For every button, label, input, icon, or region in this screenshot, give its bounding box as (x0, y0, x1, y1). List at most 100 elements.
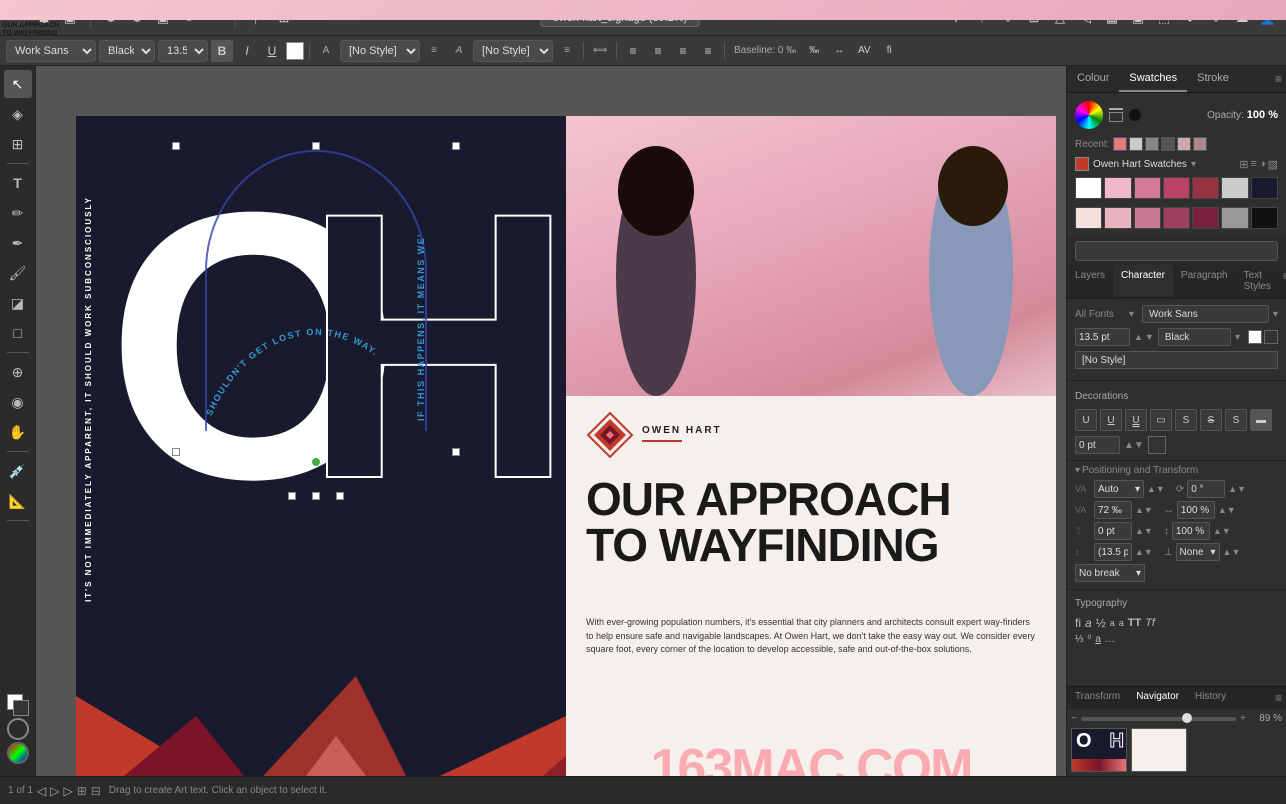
zoom-tool[interactable]: ⊕ (4, 358, 32, 386)
swatch-blush[interactable] (1104, 207, 1131, 229)
va-select[interactable]: Auto▾ (1094, 480, 1144, 498)
handle-tl[interactable] (172, 142, 180, 150)
color-wheel[interactable] (1075, 101, 1103, 129)
handle-bl[interactable] (288, 492, 296, 500)
measure-tool[interactable]: 📐 (4, 487, 32, 515)
select-tool[interactable]: ↖ (4, 70, 32, 98)
swatch-pink[interactable] (1134, 177, 1161, 199)
no-style-value[interactable]: [No Style] (1075, 351, 1278, 369)
scale-x-input[interactable] (1177, 501, 1215, 519)
swatch-dark-burgundy[interactable] (1192, 207, 1219, 229)
spread-icon[interactable]: ⊟ (91, 784, 101, 798)
recent-swatch-1[interactable] (1113, 137, 1127, 151)
panel-menu-icon[interactable]: ≡ (1271, 68, 1286, 90)
handle-bm[interactable] (312, 492, 320, 500)
kerning-icon[interactable]: ↔ (828, 40, 850, 62)
color-from-icon[interactable] (1109, 108, 1123, 110)
zoom-plus[interactable]: + (1240, 713, 1246, 724)
swatches-tab[interactable]: Swatches (1119, 66, 1187, 92)
nav-slider-thumb[interactable] (1182, 713, 1192, 723)
swatch-burgundy[interactable] (1163, 207, 1190, 229)
fill-color-indicator[interactable] (7, 694, 29, 716)
font-family-arrow[interactable]: ▾ (1273, 309, 1278, 320)
recent-swatch-2[interactable] (1129, 137, 1143, 151)
list-view-icon[interactable]: ≡ (1251, 158, 1257, 171)
swatch-pink-light[interactable] (1104, 177, 1131, 199)
font-icon[interactable]: A (315, 40, 337, 62)
library-dropdown-icon[interactable]: ▾ (1191, 159, 1196, 170)
align-center-btn[interactable]: ≡ (647, 40, 669, 62)
font-size-input[interactable] (1075, 328, 1130, 346)
swatch-rose-light[interactable] (1075, 207, 1102, 229)
para-style-select[interactable]: [No Style] (340, 40, 420, 62)
handle-ml[interactable] (172, 448, 180, 456)
no-color-indicator[interactable] (7, 718, 29, 740)
typo-underline2[interactable]: a (1095, 634, 1101, 645)
opentype-icon[interactable]: fi (878, 40, 900, 62)
font-color-box[interactable] (286, 42, 304, 60)
leading-input[interactable] (1094, 543, 1132, 561)
colour-tab[interactable]: Colour (1067, 66, 1119, 92)
recent-swatch-4[interactable] (1161, 137, 1175, 151)
shape-tool[interactable]: □ (4, 319, 32, 347)
bold-button[interactable]: B (211, 40, 233, 62)
canvas-area[interactable]: IT'S NOT IMMEDIATELY APPARENT, IT SHOULD… (36, 66, 1066, 776)
eyedropper-tool[interactable]: 💉 (4, 457, 32, 485)
history-tab[interactable]: History (1187, 687, 1234, 709)
text-styles-tab[interactable]: Text Styles (1236, 265, 1279, 297)
swatch-rose[interactable] (1163, 177, 1190, 199)
nav-thumb-right[interactable]: OUR APPROACHTO WAYFINDING (1131, 728, 1187, 772)
baseline-input-icon[interactable]: ‰ (803, 40, 825, 62)
grid-view-icon[interactable]: ⊞ (1239, 158, 1248, 171)
typo-italic[interactable]: a (1085, 616, 1092, 630)
va2-input[interactable] (1094, 501, 1132, 519)
navigator-tab[interactable]: Navigator (1128, 687, 1187, 709)
char-style-select[interactable]: [No Style] (473, 40, 553, 62)
font-family-value[interactable]: Work Sans (1142, 305, 1269, 323)
para-style-icon[interactable]: ≡ (423, 40, 445, 62)
deco-u1[interactable]: U (1075, 409, 1097, 431)
pen-tool[interactable]: ✏ (4, 199, 32, 227)
baseline-select[interactable]: None▾ (1176, 543, 1220, 561)
recent-swatch-5[interactable] (1177, 137, 1191, 151)
prev-page-btn[interactable]: ◁ (37, 784, 46, 798)
align-justify-btn[interactable]: ≡ (697, 40, 719, 62)
typo-fi[interactable]: fi (1075, 616, 1081, 630)
play-btn[interactable]: ▷ (50, 784, 59, 798)
black-dot[interactable] (1129, 109, 1141, 121)
font-size-select[interactable]: 13.5 pt (158, 40, 208, 62)
pt-input[interactable] (1094, 522, 1132, 540)
underline-button[interactable]: U (261, 40, 283, 62)
nav-zoom-slider[interactable] (1081, 717, 1236, 721)
swatch-dark-red[interactable] (1192, 177, 1219, 199)
typo-sub[interactable]: a (1119, 618, 1124, 628)
typo-half[interactable]: ½ (1096, 616, 1106, 630)
char-style-icon[interactable]: ≡ (556, 40, 578, 62)
typo-TT[interactable]: TT (1128, 617, 1141, 629)
align-left-btn[interactable]: ≡ (622, 40, 644, 62)
font-family-select[interactable]: Work Sans (6, 40, 96, 62)
black-white-icon[interactable]: ◑ (1259, 158, 1266, 171)
view-tool[interactable]: ◉ (4, 388, 32, 416)
center-handle[interactable] (312, 458, 320, 466)
node-tool[interactable]: ◈ (4, 100, 32, 128)
weight-arrow[interactable]: ▾ (1235, 332, 1240, 343)
handle-mr[interactable] (452, 448, 460, 456)
brush-tool[interactable]: 🖌 (4, 259, 32, 287)
handle-tr[interactable] (452, 142, 460, 150)
fill-tool[interactable]: ◪ (4, 289, 32, 317)
nav-thumb-left[interactable]: O H (1071, 728, 1127, 772)
swatch-gray[interactable] (1221, 177, 1248, 199)
pencil-tool[interactable]: ✒ (4, 229, 32, 257)
font-weight-value[interactable]: Black (1158, 328, 1231, 346)
color-wheel-tool[interactable] (7, 742, 29, 764)
align-right-btn[interactable]: ≡ (672, 40, 694, 62)
text-tool[interactable]: T (4, 169, 32, 197)
bottom-panel-menu[interactable]: ≡ (1271, 687, 1286, 709)
next-page-btn[interactable]: ▷ (64, 784, 73, 798)
deco-u2[interactable]: U (1100, 409, 1122, 431)
handle-br[interactable] (336, 492, 344, 500)
typo-ordn[interactable]: ⁰ (1087, 634, 1091, 645)
paragraph-tab[interactable]: Paragraph (1173, 265, 1236, 297)
no-break-select[interactable]: No break▾ (1075, 564, 1145, 582)
